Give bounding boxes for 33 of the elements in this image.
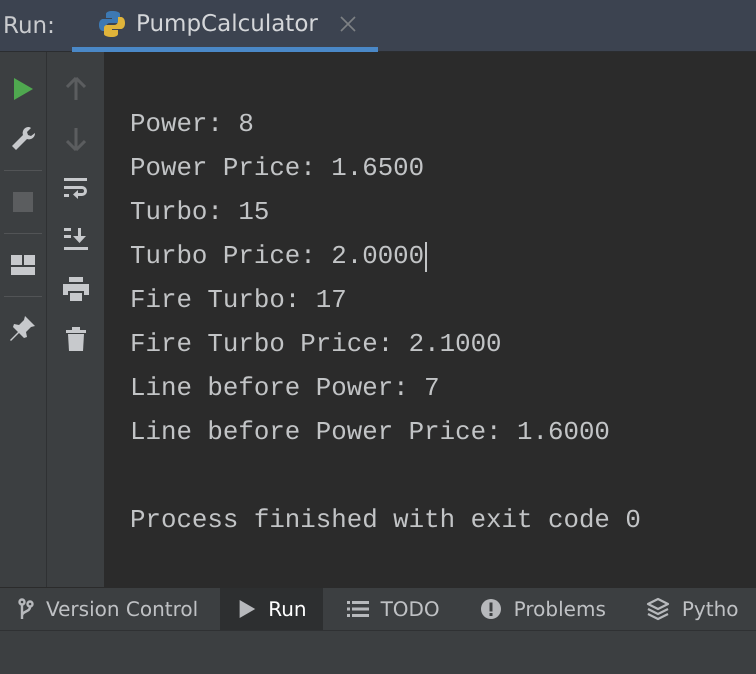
output-line: Fire Turbo: 17 (130, 285, 347, 317)
branch-icon (18, 598, 34, 620)
tool-window-tab[interactable]: Version Control (0, 588, 214, 630)
tab-title: PumpCalculator (136, 10, 318, 36)
output-line: Process finished with exit code 0 (130, 505, 641, 537)
tool-window-tab[interactable]: Problems (462, 588, 622, 630)
pin-icon (9, 314, 37, 342)
play-icon (12, 77, 34, 101)
layout-icon (10, 254, 36, 276)
output-line: Power Price: 1.6500 (130, 153, 424, 185)
stop-icon (12, 191, 34, 213)
tool-window-tab[interactable]: Pytho (628, 588, 755, 630)
scroll-to-end-icon (62, 227, 88, 251)
list-icon (346, 600, 369, 618)
snakes-logo-icon (98, 10, 126, 38)
tool-window-tab[interactable]: Run (220, 588, 323, 630)
output-line: Line before Power Price: 1.6000 (130, 417, 610, 449)
play-icon (238, 599, 256, 619)
exclamation-icon (480, 598, 502, 620)
down-arrow-icon (66, 127, 86, 151)
layers-icon (646, 597, 670, 621)
wrap-icon (62, 177, 88, 201)
print-icon (62, 276, 90, 302)
output-line: Power: 8 (130, 109, 254, 141)
output-line: Line before Power: 7 (130, 373, 440, 405)
output-line: Fire Turbo Price: 2.1000 (130, 329, 502, 361)
output-line: Turbo Price: 2.0000 (130, 241, 424, 273)
close-icon[interactable] (340, 16, 356, 32)
tool-window-tab[interactable]: TODO (328, 588, 456, 630)
trash-icon (64, 326, 86, 352)
output-line: Turbo: 15 (130, 197, 270, 229)
up-arrow-icon (66, 77, 86, 101)
run-label: Run: (2, 12, 56, 40)
